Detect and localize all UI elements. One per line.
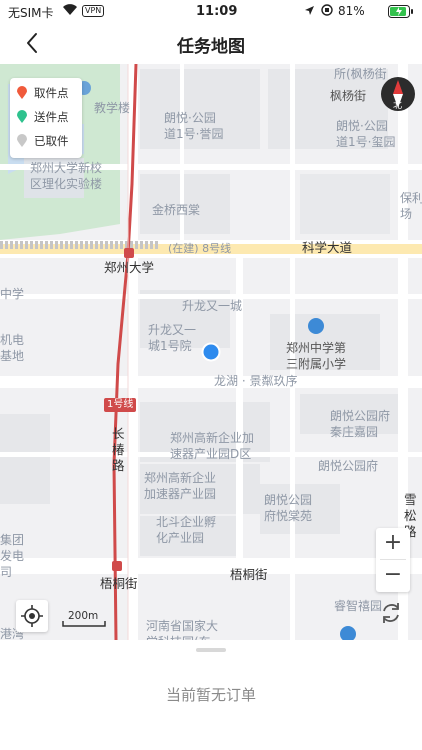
map-label: 所(枫杨街 bbox=[334, 67, 387, 81]
map-label: 郑州大学新校 区理化实验楼 bbox=[30, 161, 103, 191]
map-label: 升龙又一 城1号院 bbox=[148, 323, 197, 353]
map-label: 龙湖 · 景粼玖序 bbox=[214, 374, 298, 388]
battery-text: 81% bbox=[338, 4, 365, 18]
crosshair-icon bbox=[21, 605, 43, 627]
map-label: 枫杨街 bbox=[330, 89, 367, 103]
map-label: 朗悦·公园 道1号·玺园 bbox=[336, 119, 396, 149]
map-label: 郑州大学 bbox=[104, 260, 155, 275]
wifi-icon bbox=[62, 3, 78, 19]
map-legend: 取件点 送件点 已取件 bbox=[10, 78, 82, 158]
vpn-badge: VPN bbox=[82, 5, 105, 17]
map-label: 梧桐街 bbox=[230, 567, 268, 582]
zoom-out-button[interactable]: − bbox=[376, 560, 410, 591]
nav-bar: 任务地图 bbox=[0, 24, 422, 64]
orientation-lock-icon bbox=[321, 4, 333, 19]
map-label: 郑州中学第 三附属小学 bbox=[286, 341, 347, 371]
map-label: 梧桐街 bbox=[100, 576, 138, 591]
map-label: 集团 发电 司 bbox=[0, 533, 25, 579]
zoom-control: + − bbox=[376, 528, 410, 592]
status-bar: 无SIM卡 VPN 11:09 81% bbox=[0, 0, 422, 24]
drag-handle[interactable] bbox=[196, 648, 226, 652]
carrier-text: 无SIM卡 bbox=[8, 6, 54, 20]
map-pin-icon bbox=[17, 134, 27, 147]
map-label: 升龙又一城 bbox=[182, 299, 243, 313]
compass-button[interactable]: 北 bbox=[380, 76, 416, 112]
map-label: 教学楼 bbox=[94, 101, 131, 115]
empty-orders-text: 当前暂无订单 bbox=[165, 686, 256, 704]
map-pin-icon bbox=[17, 86, 27, 99]
map-label: 科学大道 bbox=[302, 240, 353, 255]
compass-north-label: 北 bbox=[393, 101, 403, 111]
map-label: 金桥西棠 bbox=[152, 203, 201, 217]
map-label: 朗悦·公园 道1号·誉园 bbox=[164, 111, 224, 141]
location-arrow-icon bbox=[304, 5, 315, 19]
map-pin-icon bbox=[17, 110, 27, 123]
map-label: (在建) 8号线 bbox=[168, 242, 232, 255]
map-label: 1号线 bbox=[104, 398, 137, 412]
map-label: 长 椿 路 bbox=[112, 426, 125, 473]
map-label: 朗悦公园府 秦庄嘉园 bbox=[330, 409, 391, 439]
current-location-marker bbox=[201, 342, 221, 362]
locate-me-button[interactable] bbox=[16, 600, 48, 632]
zoom-in-button[interactable]: + bbox=[376, 528, 410, 559]
map-label: 朗悦公园 府悦棠苑 bbox=[264, 493, 313, 523]
map-label: 中学 bbox=[0, 287, 25, 301]
map-label: 机电 基地 bbox=[0, 333, 25, 363]
map-label: 朗悦公园府 bbox=[318, 459, 379, 473]
order-panel: 当前暂无订单 bbox=[0, 640, 422, 750]
map-label: 郑州高新企业 加速器产业园 bbox=[144, 471, 217, 501]
battery-icon bbox=[388, 5, 414, 21]
clock-text: 11:09 bbox=[196, 4, 238, 19]
map-view[interactable]: 教学楼 所(枫杨街 枫杨街 朗悦·公园 道1号·誉园 朗悦·公园 道1号·玺园 … bbox=[0, 64, 422, 640]
map-label: 睿智禧园 bbox=[334, 599, 383, 613]
map-label: 北斗企业孵 化产业园 bbox=[156, 515, 217, 545]
map-label: 保利 场 bbox=[400, 191, 422, 221]
page-title: 任务地图 bbox=[177, 37, 245, 57]
refresh-icon bbox=[383, 603, 399, 623]
rotate-map-button[interactable] bbox=[376, 598, 406, 628]
map-label: 郑州高新企业加 速器产业园D区 bbox=[170, 431, 255, 461]
map-label: 河南省国家大 学科技园(东 bbox=[146, 619, 219, 640]
scale-bar: 200m bbox=[62, 610, 106, 628]
